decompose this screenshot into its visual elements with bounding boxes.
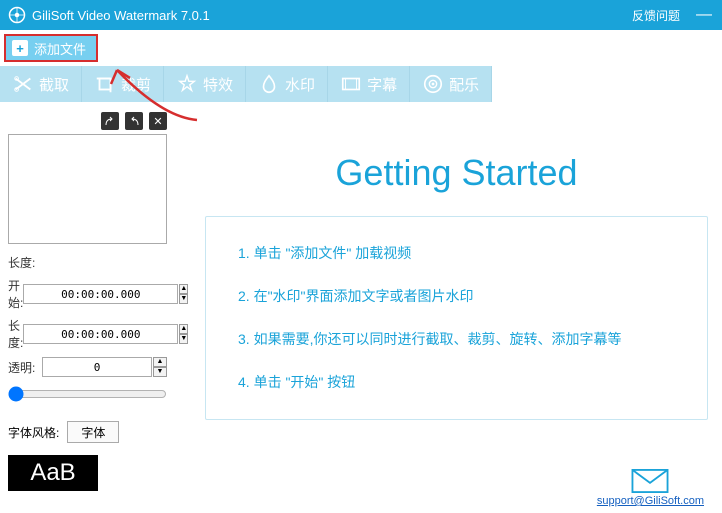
opacity-label: 透明: [8,359,42,376]
step-1: 1. 单击 "添加文件" 加载视频 [238,243,675,264]
tab-label: 水印 [285,74,315,95]
signal-a-icon[interactable] [101,112,119,130]
mail-icon [631,469,669,493]
opacity-input[interactable] [42,357,152,377]
step-4: 4. 单击 "开始" 按钮 [238,372,675,393]
support-email-link[interactable]: support@GiliSoft.com [597,495,704,507]
getting-started-box: 1. 单击 "添加文件" 加载视频 2. 在"水印"界面添加文字或者图片水印 3… [205,216,708,420]
tab-label: 字幕 [367,74,397,95]
font-style-label: 字体风格: [8,424,59,441]
tab-cut[interactable]: 截取 [0,66,82,102]
tab-label: 截取 [39,74,69,95]
audio-icon [422,73,444,95]
tab-label: 裁剪 [121,74,151,95]
duration-input[interactable] [23,324,178,344]
signal-b-icon[interactable] [125,112,143,130]
cut-icon [12,73,34,95]
add-file-button[interactable]: + 添加文件 [4,34,98,62]
preview-thumbnail [8,134,167,244]
getting-started-title: Getting Started [205,152,708,194]
app-title: GiliSoft Video Watermark 7.0.1 [32,8,210,23]
tab-subtitle[interactable]: 字幕 [328,66,410,102]
tab-label: 配乐 [449,74,479,95]
tab-watermark[interactable]: 水印 [246,66,328,102]
opacity-slider[interactable] [8,386,167,402]
font-button[interactable]: 字体 [67,421,119,443]
start-input[interactable] [23,284,178,304]
subtitle-icon [340,73,362,95]
tab-crop[interactable]: 裁剪 [82,66,164,102]
plus-icon: + [12,40,28,56]
close-icon[interactable]: ✕ [149,112,167,130]
crop-icon [94,73,116,95]
step-2: 2. 在"水印"界面添加文字或者图片水印 [238,286,675,307]
duration-label: 长度: [8,317,23,351]
toolbar: + 添加文件 [0,30,722,66]
length-label: 长度: [8,254,42,271]
start-label: 开始: [8,277,23,311]
feedback-link[interactable]: 反馈问题 [632,7,680,24]
opacity-spinner[interactable]: ▲▼ [153,357,167,377]
font-sample: AaB [8,455,98,491]
watermark-icon [258,73,280,95]
tab-effects[interactable]: 特效 [164,66,246,102]
left-panel: ✕ 长度: 开始: ▲▼ 长度: ▲▼ 透明: ▲▼ 字体风格: 字体 AaB [0,102,175,513]
app-icon [8,6,26,24]
tab-strip: 截取 裁剪 特效 水印 字幕 配乐 [0,66,722,102]
effects-icon [176,73,198,95]
support-block: support@GiliSoft.com [597,469,704,507]
minimize-button[interactable]: — [694,6,714,24]
title-bar: GiliSoft Video Watermark 7.0.1 反馈问题 — [0,0,722,30]
step-3: 3. 如果需要,你还可以同时进行截取、裁剪、旋转、添加字幕等 [238,329,675,350]
tab-label: 特效 [203,74,233,95]
add-file-label: 添加文件 [34,39,86,58]
tab-audio[interactable]: 配乐 [410,66,492,102]
right-panel: Getting Started 1. 单击 "添加文件" 加载视频 2. 在"水… [175,102,722,513]
